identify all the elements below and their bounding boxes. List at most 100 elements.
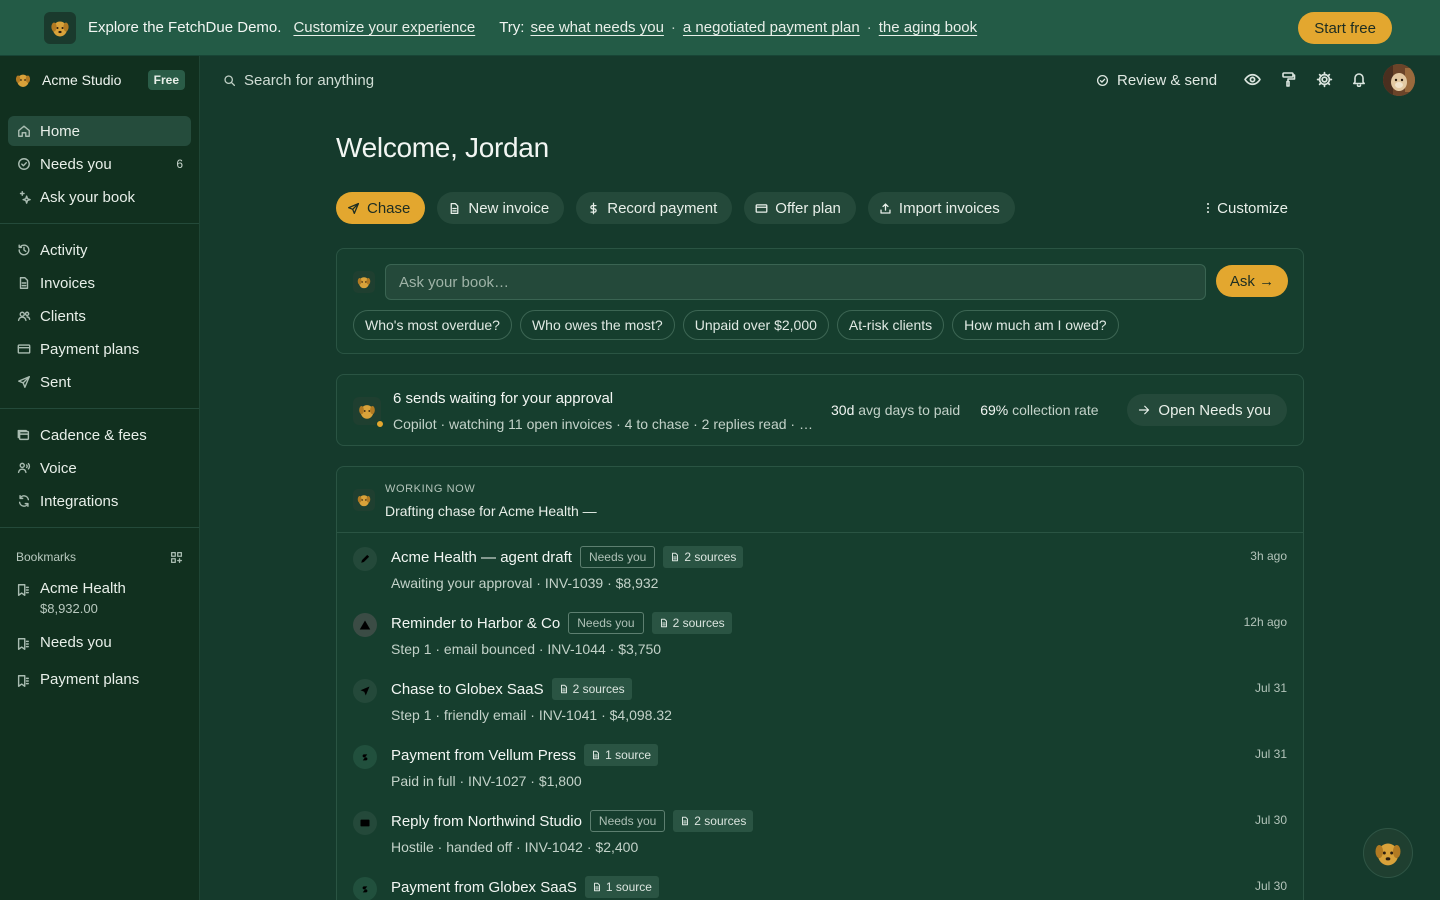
start-free-button[interactable]: Start free	[1298, 12, 1392, 44]
paint-roller-icon[interactable]	[1279, 70, 1297, 88]
feed-item-time: 3h ago	[1250, 549, 1287, 563]
search-placeholder: Search for anything	[244, 71, 375, 89]
sources-label: 2 sources	[694, 814, 747, 828]
upload-icon	[879, 202, 892, 215]
status-dot	[376, 420, 384, 428]
bookmark-icon	[16, 637, 30, 651]
review-send-button[interactable]: Review & send	[1095, 68, 1217, 92]
sidebar-item-clients[interactable]: Clients	[8, 301, 191, 331]
sources-label: 2 sources	[684, 550, 737, 564]
open-needs-you-button[interactable]: Open Needs you	[1127, 394, 1287, 426]
sources-chip[interactable]: 1 source	[584, 876, 659, 898]
sources-chip[interactable]: 1 source	[584, 744, 659, 766]
ask-button[interactable]: Ask →	[1216, 265, 1288, 297]
banner-text: Explore the FetchDue Demo.	[88, 19, 282, 36]
try-link-aging-book[interactable]: the aging book	[879, 19, 977, 36]
feed-item[interactable]: Payment from Globex SaaS 1 source Jul 30	[337, 863, 1303, 900]
feed-item[interactable]: Payment from Vellum Press 1 source Paid …	[337, 731, 1303, 797]
sidebar-item-label: Activity	[40, 241, 88, 259]
arrow-right-icon	[1138, 404, 1150, 416]
suggestion-chip[interactable]: Unpaid over $2,000	[682, 310, 829, 340]
suggestion-chip[interactable]: Who's most overdue?	[353, 310, 512, 340]
sources-chip[interactable]: 2 sources	[673, 810, 754, 832]
sidebar-item-invoices[interactable]: Invoices	[8, 268, 191, 298]
customize-experience-link[interactable]: Customize your experience	[293, 19, 475, 36]
feed-item-subtitle: Step 1 · friendly email · INV-1041 · $4,…	[391, 707, 672, 723]
sidebar-item-activity[interactable]: Activity	[8, 235, 191, 265]
sidebar-item-ask-your-book[interactable]: Ask your book	[8, 182, 191, 212]
assistant-fab[interactable]	[1363, 828, 1413, 878]
ask-input[interactable]	[385, 264, 1206, 300]
bookmark-label: Payment plans	[40, 671, 140, 688]
divider	[0, 527, 199, 528]
sidebar-item-label: Invoices	[40, 274, 96, 292]
avatar[interactable]	[1383, 64, 1415, 96]
feed-item-subtitle: Paid in full · INV-1027 · $1,800	[391, 773, 582, 789]
feed-item[interactable]: Chase to Globex SaaS 2 sources Step 1 · …	[337, 665, 1303, 731]
sidebar-item-voice[interactable]: Voice	[8, 453, 191, 483]
sidebar-item-needs-you[interactable]: Needs you 6	[8, 149, 191, 179]
search-bar[interactable]: Search for anything	[222, 68, 374, 92]
sources-label: 2 sources	[572, 682, 625, 696]
try-link-needs-you[interactable]: see what needs you	[530, 19, 663, 36]
import-invoices-button[interactable]: Import invoices	[867, 192, 1015, 224]
gear-icon[interactable]	[1315, 70, 1333, 88]
stat-value: 30d	[831, 402, 855, 418]
stat-collection-rate: 69% collection rate	[980, 402, 1098, 418]
sidebar-item-cadence-fees[interactable]: Cadence & fees	[8, 420, 191, 450]
feed-item-title: Reminder to Harbor & Co	[391, 614, 561, 632]
users-icon	[16, 308, 32, 324]
feed-item[interactable]: Reply from Northwind Studio Needs you 2 …	[337, 797, 1303, 863]
feed-item-title: Chase to Globex SaaS	[391, 680, 544, 698]
search-icon	[222, 73, 236, 87]
sidebar-item-home[interactable]: Home	[8, 116, 191, 146]
eye-icon[interactable]	[1243, 70, 1261, 88]
feed-item[interactable]: Acme Health — agent draft Needs you 2 so…	[337, 533, 1303, 599]
working-label: WORKING NOW	[385, 483, 476, 495]
offer-plan-button[interactable]: Offer plan	[744, 192, 856, 224]
bell-icon[interactable]	[1350, 70, 1368, 88]
page-title: Welcome, Jordan	[336, 132, 549, 163]
warning-icon	[353, 613, 377, 637]
import-invoices-label: Import invoices	[898, 199, 1000, 217]
workspace-name: Acme Studio	[42, 72, 122, 88]
send-icon	[353, 679, 377, 703]
suggestion-chip[interactable]: How much am I owed?	[952, 310, 1119, 340]
try-link-payment-plan[interactable]: a negotiated payment plan	[683, 19, 860, 36]
edit-icon	[353, 547, 377, 571]
stat-avg-days: 30d avg days to paid	[831, 402, 960, 418]
send-icon	[347, 202, 360, 215]
suggestion-chip[interactable]: At-risk clients	[836, 310, 945, 340]
sources-chip[interactable]: 2 sources	[551, 678, 632, 700]
record-payment-label: Record payment	[607, 199, 718, 217]
sidebar-item-integrations[interactable]: Integrations	[8, 486, 191, 516]
sidebar-item-sent[interactable]: Sent	[8, 367, 191, 397]
feed-item-time: 12h ago	[1243, 615, 1287, 629]
dollar-icon	[353, 745, 377, 769]
sidebar-item-label: Needs you	[40, 155, 112, 173]
bookmark-needs-you[interactable]: Needs you	[0, 634, 199, 651]
quick-actions: Chase New invoice Record payment Offer p…	[336, 192, 1015, 224]
suggestion-chips: Who's most overdue? Who owes the most? U…	[353, 310, 1119, 340]
grid-add-icon[interactable]	[169, 550, 183, 564]
customize-button[interactable]: Customize	[1203, 192, 1288, 224]
record-payment-button[interactable]: Record payment	[576, 192, 733, 224]
sidebar: Acme Studio Free Home Needs you 6 Ask yo…	[0, 56, 200, 900]
chase-button[interactable]: Chase	[336, 192, 426, 224]
dollar-icon	[587, 202, 600, 215]
dollar-icon	[353, 877, 377, 900]
new-invoice-button[interactable]: New invoice	[437, 192, 565, 224]
sources-chip[interactable]: 2 sources	[651, 612, 732, 634]
sidebar-item-label: Voice	[40, 459, 77, 477]
workspace-switcher[interactable]: Acme Studio Free	[0, 56, 199, 104]
calendar-icon	[16, 427, 32, 443]
needs-you-badge: Needs you	[568, 612, 644, 634]
bookmark-payment-plans[interactable]: Payment plans	[0, 671, 199, 688]
suggestion-chip[interactable]: Who owes the most?	[519, 310, 675, 340]
feed-item[interactable]: Reminder to Harbor & Co Needs you 2 sour…	[337, 599, 1303, 665]
sources-chip[interactable]: 2 sources	[663, 546, 744, 568]
bookmark-icon	[16, 583, 30, 597]
bookmark-acme-health[interactable]: Acme Health $8,932.00	[0, 580, 199, 616]
sidebar-item-payment-plans[interactable]: Payment plans	[8, 334, 191, 364]
dog-logo-icon	[1372, 837, 1404, 869]
